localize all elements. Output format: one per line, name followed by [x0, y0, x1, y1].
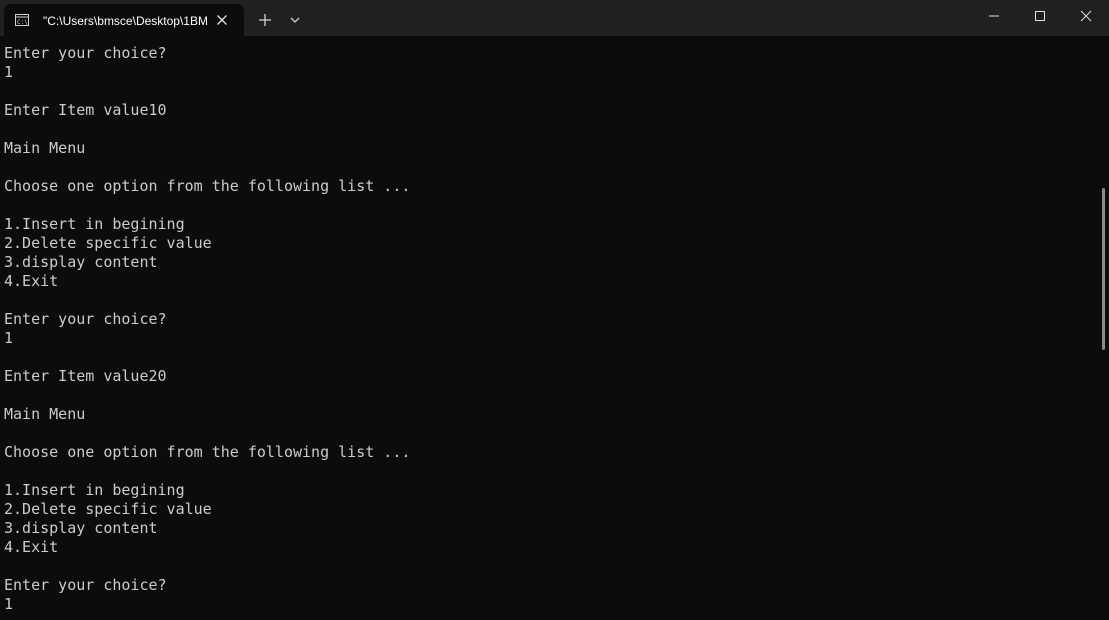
console-line: 1 — [4, 329, 14, 347]
vertical-scrollbar[interactable] — [1100, 36, 1109, 620]
console-line: Enter your choice? — [4, 44, 167, 62]
terminal-window: C:\ "C:\Users\bmsce\Desktop\1BM Enter yo… — [0, 0, 1109, 620]
terminal-icon: C:\ — [15, 13, 29, 26]
scrollbar-thumb[interactable] — [1102, 188, 1105, 350]
console-line: Choose one option from the following lis… — [4, 443, 411, 461]
chevron-down-icon[interactable] — [285, 10, 305, 30]
maximize-button[interactable] — [1017, 0, 1063, 32]
close-window-button[interactable] — [1063, 0, 1109, 32]
console-line: 1.Insert in begining — [4, 215, 185, 233]
console-line: 4.Exit — [4, 272, 59, 290]
console-line: 2.Delete specific value — [4, 500, 212, 518]
minimize-button[interactable] — [971, 0, 1017, 32]
console-line: 4.Exit — [4, 538, 59, 556]
console-area[interactable]: Enter your choice? 1 Enter Item value10 … — [0, 36, 1100, 620]
svg-text:C:\: C:\ — [17, 19, 28, 26]
title-bar[interactable]: C:\ "C:\Users\bmsce\Desktop\1BM — [0, 0, 1109, 36]
console-line: Main Menu — [4, 405, 86, 423]
console-line: Enter Item value10 — [4, 101, 167, 119]
console-line: Enter Item value20 — [4, 367, 167, 385]
console-line: Choose one option from the following lis… — [4, 177, 411, 195]
tab-console[interactable]: C:\ "C:\Users\bmsce\Desktop\1BM — [4, 4, 244, 36]
console-line: 3.display content — [4, 253, 158, 271]
console-line: Enter your choice? — [4, 310, 167, 328]
console-line: 2.Delete specific value — [4, 234, 212, 252]
console-output: Enter your choice? 1 Enter Item value10 … — [0, 36, 1100, 614]
tab-title: "C:\Users\bmsce\Desktop\1BM — [43, 14, 207, 28]
console-line: 1 — [4, 595, 14, 613]
console-line: 1.Insert in begining — [4, 481, 185, 499]
console-line: 1 — [4, 63, 14, 81]
console-line: 3.display content — [4, 519, 158, 537]
console-line: Main Menu — [4, 139, 86, 157]
plus-icon[interactable] — [255, 10, 275, 30]
close-icon[interactable] — [214, 12, 230, 28]
console-line: Enter your choice? — [4, 576, 167, 594]
